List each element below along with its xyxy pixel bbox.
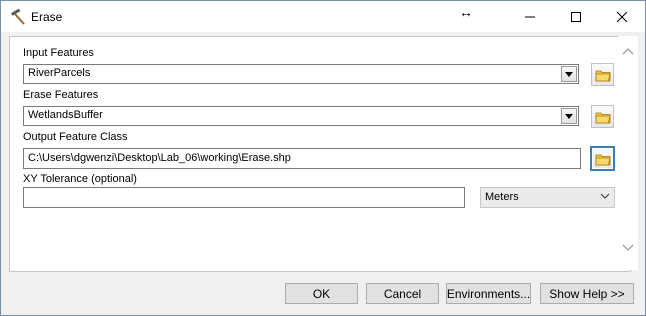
xy-tolerance-unit-value: Meters [485,191,519,203]
erase-features-label: Erase Features [23,89,99,101]
erase-features-combo[interactable]: WetlandsBuffer [23,106,579,126]
output-feature-class-field[interactable]: C:\Users\dgwenzi\Desktop\Lab_06\working\… [23,148,581,169]
folder-icon [595,70,610,81]
dropdown-arrow-icon[interactable] [561,108,577,124]
output-feature-class-browse-button[interactable] [591,147,614,170]
title-bar[interactable]: Erase ↔ [1,1,645,32]
cancel-button[interactable]: Cancel [366,283,439,304]
folder-icon [595,154,610,165]
chevron-down-icon [600,193,610,199]
minimize-icon [525,16,535,17]
close-button[interactable] [599,1,645,32]
input-features-combo[interactable]: RiverParcels [23,64,579,84]
folder-icon [595,112,610,123]
xy-tolerance-label: XY Tolerance (optional) [23,173,137,185]
dropdown-arrow-icon[interactable] [561,66,577,82]
input-features-value: RiverParcels [28,67,91,79]
input-features-browse-button[interactable] [591,63,614,86]
show-help-button[interactable]: Show Help >> [540,283,634,304]
scroll-up-icon[interactable] [622,46,634,56]
hammer-icon [11,8,25,25]
xy-tolerance-field[interactable] [23,187,465,208]
erase-tool-dialog: Erase ↔ Input Features RiverParcels Eras… [0,0,646,316]
minimize-button[interactable] [507,1,553,32]
close-icon [616,11,628,22]
vertical-scrollbar[interactable] [618,36,638,270]
maximize-icon [571,11,581,22]
window-title: Erase [31,10,63,24]
resize-cursor-icon: ↔ [459,4,473,20]
scroll-down-icon[interactable] [622,243,634,253]
input-features-label: Input Features [23,47,94,59]
parameters-panel: Input Features RiverParcels Erase Featur… [9,36,631,272]
output-feature-class-label: Output Feature Class [23,131,128,143]
ok-button[interactable]: OK [285,283,358,304]
maximize-button[interactable] [553,1,599,32]
output-feature-class-value: C:\Users\dgwenzi\Desktop\Lab_06\working\… [28,152,291,164]
erase-features-browse-button[interactable] [591,105,614,128]
xy-tolerance-unit-select[interactable]: Meters [480,187,615,208]
environments-button[interactable]: Environments... [446,283,531,304]
erase-features-value: WetlandsBuffer [28,109,103,121]
